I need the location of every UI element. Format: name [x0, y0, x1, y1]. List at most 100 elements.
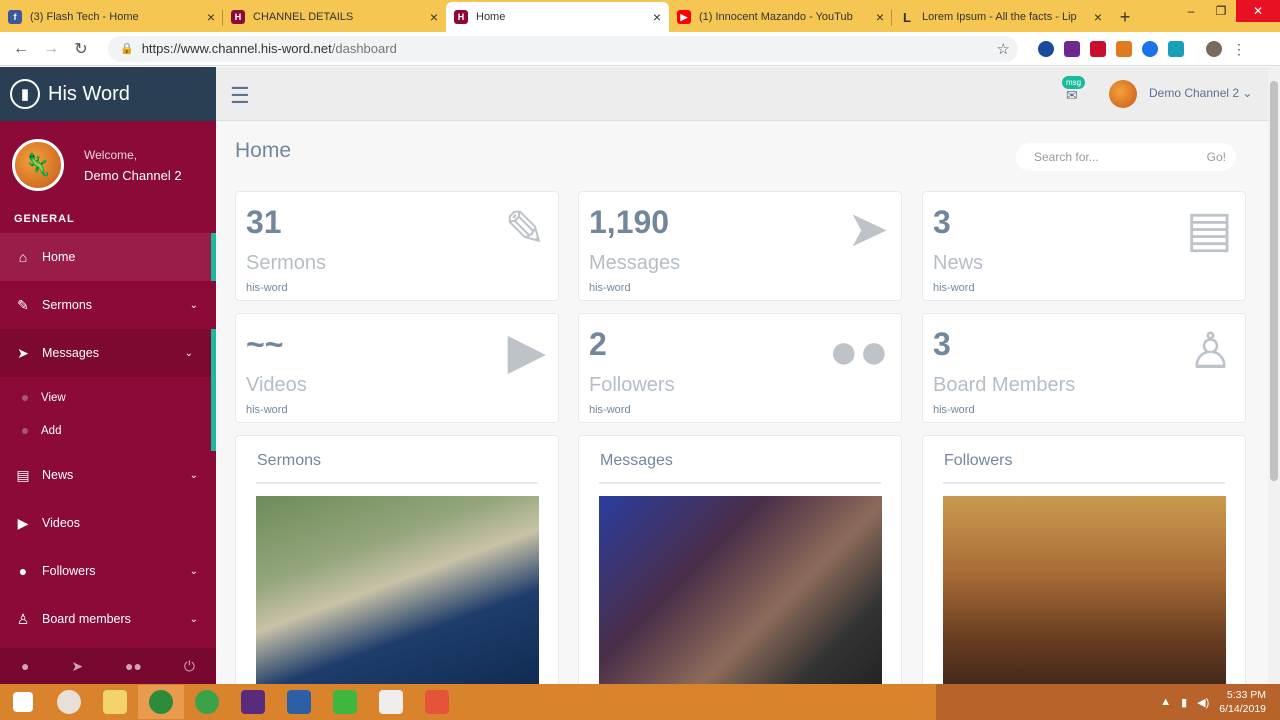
volume-icon[interactable]: ◀) — [1197, 696, 1209, 709]
app-icon[interactable] — [184, 685, 230, 719]
sermon-image[interactable] — [256, 496, 539, 684]
browser-tab[interactable]: ▶ (1) Innocent Mazando - YouTub × — [669, 2, 892, 32]
profile-avatar-icon[interactable] — [1206, 40, 1222, 57]
new-tab-button[interactable]: + — [1110, 2, 1140, 32]
stat-label: Videos — [246, 374, 307, 396]
top-nav: ☰ msg ✉ Demo Channel 2 ⌄ — [216, 67, 1268, 121]
edit-icon: ✎ — [504, 201, 546, 257]
back-icon[interactable]: ← — [6, 40, 36, 58]
maximize-icon[interactable]: ❐ — [1206, 0, 1236, 22]
stat-sub: his-word — [589, 404, 631, 416]
sidebar-item-sermons[interactable]: ✎ Sermons ⌄ — [0, 281, 216, 329]
app-icon[interactable] — [414, 685, 460, 719]
clock[interactable]: 5:33 PM 6/14/2019 — [1219, 688, 1266, 716]
window-close-icon[interactable]: ✕ — [1236, 0, 1280, 22]
stat-label: Messages — [589, 252, 681, 274]
forward-icon[interactable]: → — [36, 40, 66, 58]
extension-icon[interactable] — [1142, 40, 1158, 57]
reload-icon[interactable]: ↻ — [66, 39, 96, 59]
stat-tile-videos[interactable]: ~~ Videos his-word ▶ — [235, 313, 559, 423]
user-md-icon: ♙ — [16, 610, 30, 627]
envelope-icon[interactable]: ✉ — [1066, 87, 1078, 104]
sidebar-item-label: Home — [42, 250, 76, 264]
brand[interactable]: ▮ His Word — [0, 67, 216, 121]
submenu-item-add[interactable]: Add — [0, 414, 211, 447]
sidebar-item-label: Sermons — [42, 298, 93, 312]
browser-tab[interactable]: f (3) Flash Tech - Home × — [0, 2, 223, 32]
network-icon[interactable]: ▮ — [1181, 696, 1187, 709]
extension-icon[interactable] — [1168, 40, 1184, 57]
user-icon[interactable]: ● — [21, 658, 29, 674]
tab-close-icon[interactable]: × — [207, 9, 215, 25]
chevron-down-icon: ⌄ — [189, 469, 198, 481]
windows-start-icon[interactable] — [0, 685, 46, 719]
url-path: /dashboard — [331, 41, 397, 56]
taskbar: ▲ ▮ ◀) 5:33 PM 6/14/2019 — [0, 684, 1280, 720]
tray-arrow-icon[interactable]: ▲ — [1160, 696, 1171, 708]
extension-icon[interactable] — [1064, 40, 1080, 57]
youtube-favicon-icon: ▶ — [677, 10, 691, 24]
power-icon[interactable]: ⏻ — [184, 658, 195, 675]
stat-count: 31 — [246, 204, 282, 240]
window-controls: – ❐ ✕ — [1176, 0, 1280, 22]
submenu-item-view[interactable]: View — [0, 381, 211, 414]
tab-close-icon[interactable]: × — [430, 9, 438, 25]
app-icon[interactable] — [368, 685, 414, 719]
stat-tile-messages[interactable]: 1,190 Messages his-word ➤ — [578, 191, 902, 301]
main-content: Home Search for... Go! 31 Sermons his-wo… — [216, 121, 1268, 684]
panel-messages: Messages — [578, 435, 902, 684]
browser-tab[interactable]: H CHANNEL DETAILS × — [223, 2, 446, 32]
browser-menu-icon[interactable]: ⋮ — [1232, 41, 1246, 57]
paper-plane-icon[interactable]: ➤ — [71, 658, 83, 675]
stat-tile-board-members[interactable]: 3 Board Members his-word ♙ — [922, 313, 1246, 423]
browser-tab-active[interactable]: H Home × — [446, 2, 669, 32]
sidebar-item-followers[interactable]: ● Followers ⌄ — [0, 547, 216, 595]
sidebar-item-messages[interactable]: ➤ Messages ⌄ — [0, 329, 216, 377]
camtasia-icon[interactable] — [322, 685, 368, 719]
tab-close-icon[interactable]: × — [1094, 9, 1102, 25]
sidebar-item-home[interactable]: ⌂ Home — [0, 233, 216, 281]
chrome-icon[interactable] — [138, 685, 184, 719]
stat-tile-followers[interactable]: 2 Followers his-word ●● — [578, 313, 902, 423]
users-icon[interactable]: ●● — [125, 658, 142, 674]
date: 6/14/2019 — [1219, 703, 1266, 715]
extension-icon[interactable] — [1038, 40, 1054, 57]
avatar[interactable] — [1109, 80, 1137, 108]
file-explorer-icon[interactable] — [92, 685, 138, 719]
sidebar-item-board-members[interactable]: ♙ Board members ⌄ — [0, 595, 216, 643]
tab-close-icon[interactable]: × — [876, 9, 884, 25]
stat-count: 3 — [933, 326, 951, 362]
stat-tile-news[interactable]: 3 News his-word ▤ — [922, 191, 1246, 301]
sidebar-item-videos[interactable]: ▶ Videos — [0, 499, 216, 547]
search-go-button[interactable]: Go! — [1207, 150, 1226, 164]
followers-image[interactable] — [943, 496, 1226, 684]
stat-label: Sermons — [246, 252, 327, 274]
url-field[interactable]: 🔒 https://www.channel.his-word.net/dashb… — [108, 35, 1018, 62]
sidebar-item-news[interactable]: ▤ News ⌄ — [0, 451, 216, 499]
scrollbar-thumb[interactable] — [1270, 81, 1278, 481]
message-image[interactable] — [599, 496, 882, 684]
newspaper-icon: ▤ — [16, 466, 30, 483]
minimize-icon[interactable]: – — [1176, 0, 1206, 22]
stat-tile-sermons[interactable]: 31 Sermons his-word ✎ — [235, 191, 559, 301]
tab-close-icon[interactable]: × — [653, 9, 661, 25]
user-menu[interactable]: Demo Channel 2 ⌄ — [1149, 86, 1252, 100]
stat-sub: his-word — [246, 282, 288, 294]
browser-tab[interactable]: L Lorem Ipsum - All the facts - Lip × — [892, 2, 1110, 32]
paper-plane-icon: ➤ — [847, 201, 889, 257]
app-icon[interactable] — [276, 685, 322, 719]
stat-count: ~~ — [246, 326, 284, 362]
extension-icon[interactable] — [1090, 40, 1106, 57]
search-input[interactable]: Search for... — [1034, 150, 1207, 164]
panel-title: Followers — [944, 452, 1013, 469]
sidebar-item-label: Messages — [42, 346, 99, 360]
phpstorm-icon[interactable] — [230, 685, 276, 719]
menu-toggle-icon[interactable]: ☰ — [230, 83, 250, 109]
app-icon[interactable] — [46, 685, 92, 719]
bookmark-star-icon[interactable]: ☆ — [997, 40, 1010, 58]
sidebar-item-label: News — [42, 468, 74, 482]
extension-icon[interactable] — [1116, 40, 1132, 57]
search-box[interactable]: Search for... Go! — [1016, 143, 1236, 171]
browser-tab-bar: f (3) Flash Tech - Home × H CHANNEL DETA… — [0, 0, 1280, 32]
scrollbar[interactable] — [1268, 67, 1280, 684]
